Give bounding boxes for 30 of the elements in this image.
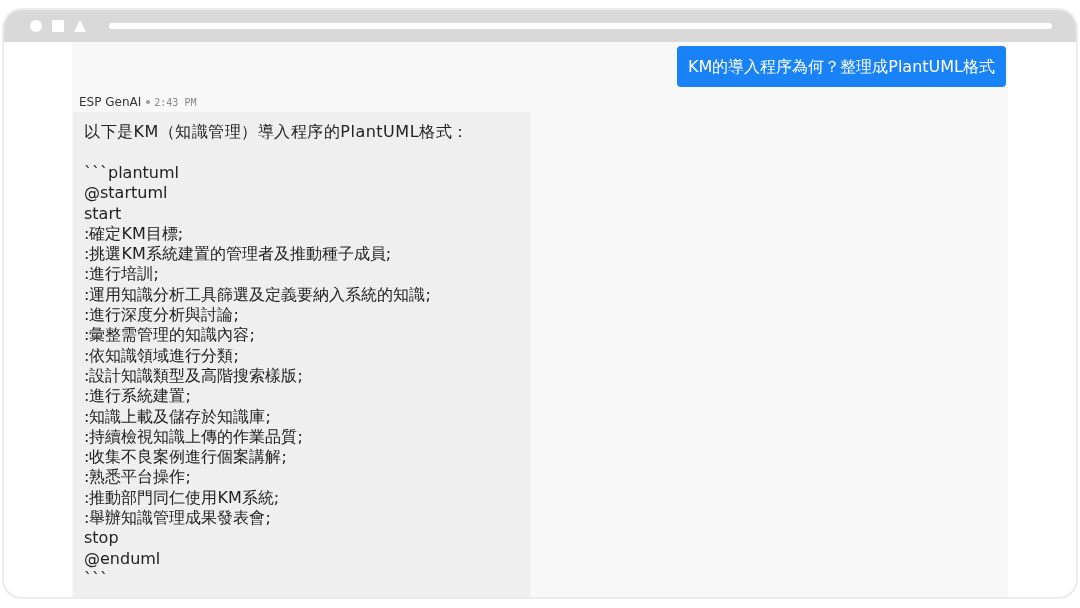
address-bar[interactable] [109,23,1052,29]
message-time: 2:43 PM [154,96,197,108]
code-line: start [84,203,123,224]
code-line: :挑選KM系統建置的管理者及推動種子成員; [84,244,393,265]
code-line: :知識上載及儲存於知識庫; [84,406,272,427]
code-line: :進行培訓; [84,264,160,285]
code-line: stop [84,528,120,549]
code-line: ```plantuml [84,163,180,184]
code-line: :舉辦知識管理成果發表會; [84,508,272,529]
code-line: :進行系統建置; [84,386,192,407]
code-line: :設計知識類型及高階搜索樣版; [84,365,304,387]
code-line: :持續檢視知識上傳的作業品質; [84,426,304,448]
separator-dot-icon [146,100,151,104]
square-icon[interactable] [52,20,64,32]
code-line: @startuml [84,183,169,204]
code-line: :進行深度分析與討論; [84,305,240,326]
circle-icon[interactable] [30,20,42,32]
code-line: :熟悉平台操作; [84,467,192,488]
code-line: ``` [84,568,109,590]
code-line: :推動部門同仁使用KM系統; [84,487,281,509]
user-message: KM的導入程序為何？整理成PlantUML格式 [676,46,1006,87]
code-line: :依知識領域進行分類; [84,345,240,366]
sender-name: ESP GenAI [79,95,142,109]
code-line: :收集不良案例進行個案講解; [84,447,288,468]
code-line: :確定KM目標; [84,223,185,245]
code-line: :彙整需管理的知識內容; [84,325,256,346]
code-line: :運用知識分析工具篩選及定義要納入系統的知識; [84,284,432,306]
message-text: 以下是KM（知識管理）導入程序的PlantUML格式： [84,121,470,143]
triangle-icon[interactable] [74,20,86,32]
code-line: @enduml [84,548,162,569]
